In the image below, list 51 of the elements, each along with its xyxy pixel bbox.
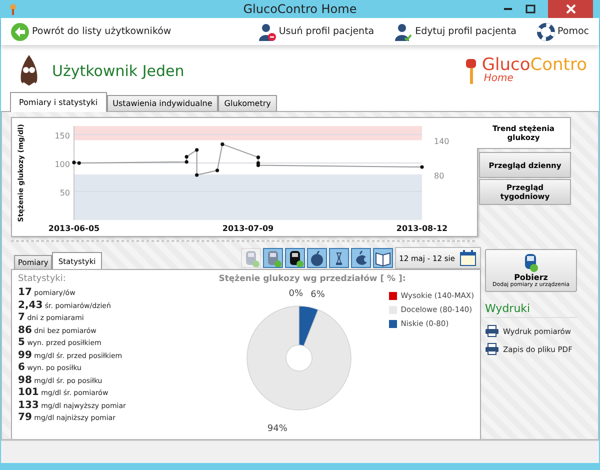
- close-icon: [566, 4, 576, 14]
- data-point: [195, 173, 199, 177]
- filter-button[interactable]: [373, 248, 394, 268]
- close-button[interactable]: [548, 0, 593, 18]
- axis-tick-label: 2013-06-05: [48, 224, 100, 233]
- tab[interactable]: Glukometry: [218, 95, 277, 111]
- logo-text: Contro: [530, 55, 587, 75]
- axis-tick-label: 2013-08-12: [396, 224, 448, 233]
- back-link[interactable]: Powrót do listy użytkowników: [11, 22, 172, 40]
- data-point: [216, 168, 220, 172]
- delete-profile-link[interactable]: Usuń profil pacjenta: [258, 22, 374, 40]
- axis-tick-label: 2013-07-09: [222, 224, 274, 233]
- logo-subtitle: Home: [482, 74, 514, 84]
- data-point: [220, 142, 224, 146]
- help-link[interactable]: Pomoc: [536, 22, 589, 40]
- axis-tick-label: 100: [54, 160, 70, 170]
- chart-title: Stężenie glukozy wg przedziałów [ % ]:: [218, 274, 407, 284]
- filter-button[interactable]: [285, 248, 306, 268]
- filter-button[interactable]: [307, 248, 328, 268]
- meter-download-icon: [523, 253, 539, 273]
- minimize-icon: [504, 8, 512, 10]
- tab[interactable]: Pomiary i statystyki: [10, 92, 107, 112]
- user-name: Użytkownik Jeden: [52, 62, 184, 80]
- mascot-drawing: [18, 52, 40, 88]
- section-title: Statystyki:: [18, 274, 66, 284]
- section-title: Wydruki: [485, 302, 577, 318]
- logo-text: Gluco: [482, 55, 530, 75]
- button-label: Pobierz: [514, 273, 548, 282]
- user-edit-icon: [394, 22, 412, 40]
- tab[interactable]: Ustawienia indywidualne: [106, 95, 218, 111]
- value-label: 6%: [310, 290, 325, 300]
- calendar-icon: [459, 249, 477, 267]
- maximize-icon: [524, 3, 536, 15]
- lifebuoy-icon: [536, 22, 554, 40]
- user-remove-icon: [258, 22, 276, 40]
- filter-button[interactable]: [329, 248, 350, 268]
- edit-profile-link[interactable]: Edytuj profil pacjenta: [394, 22, 516, 40]
- printer-icon: [485, 325, 499, 337]
- axis-tick-label: 150: [54, 132, 70, 141]
- axis-tick-label: 50: [60, 188, 70, 198]
- threshold-label: 140: [434, 137, 450, 146]
- threshold-label: 80: [434, 171, 444, 180]
- app-icon: [9, 3, 19, 15]
- printer-icon: [485, 343, 499, 355]
- window-title: GlucoContro Home: [243, 2, 357, 16]
- data-point: [256, 156, 260, 160]
- filter-button[interactable]: [351, 248, 372, 268]
- value-label: 94%: [267, 424, 288, 434]
- data-point: [420, 165, 424, 169]
- value-label: 0%: [288, 289, 303, 299]
- data-point: [195, 148, 199, 152]
